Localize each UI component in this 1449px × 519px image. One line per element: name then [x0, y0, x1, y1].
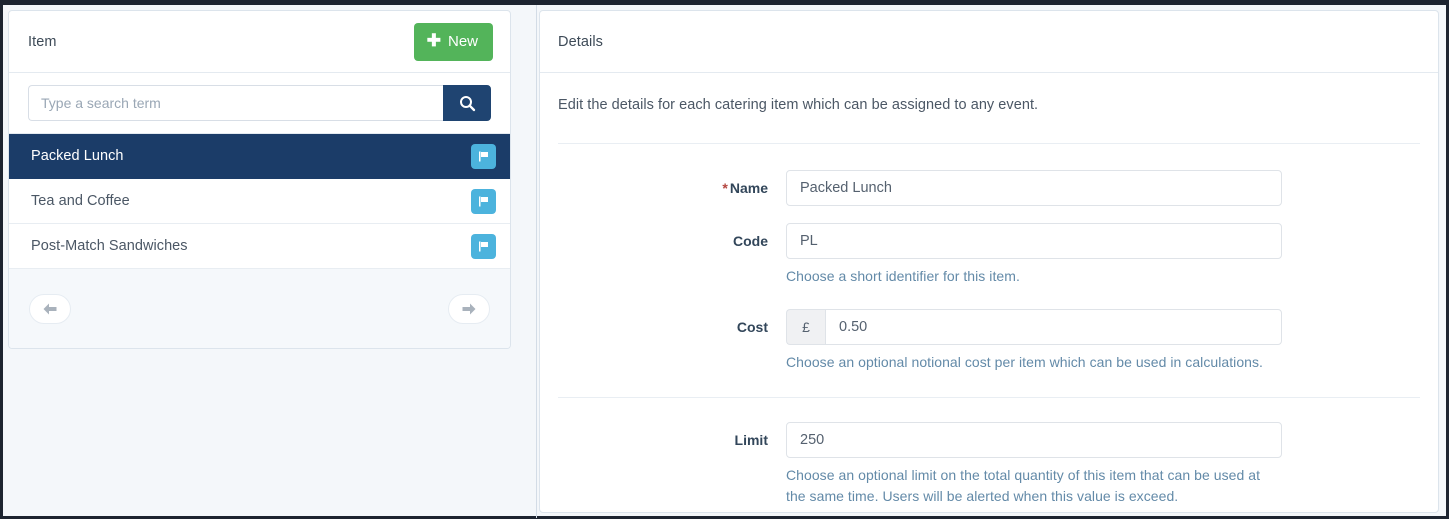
cost-input[interactable] — [825, 309, 1282, 345]
form-group-name: * Name — [558, 170, 1420, 206]
code-control: Choose a short identifier for this item. — [786, 223, 1282, 287]
list-item[interactable]: Packed Lunch — [9, 134, 510, 179]
cost-label: Cost — [736, 319, 768, 335]
form-group-limit: Limit Choose an optional limit on the to… — [558, 422, 1420, 507]
details-intro-text: Edit the details for each catering item … — [558, 97, 1039, 113]
item-card: Item ✚ New Type a search term Packed Lun… — [8, 10, 511, 349]
list-item-label: Packed Lunch — [31, 148, 124, 164]
list-item[interactable]: Post-Match Sandwiches — [9, 224, 510, 269]
search-input[interactable] — [28, 85, 443, 121]
form-section-divider — [558, 397, 1420, 398]
item-list: Packed Lunch Tea and Coffee Post-Match S… — [9, 134, 510, 348]
details-panel: Details Edit the details for each cateri… — [539, 10, 1439, 513]
arrow-left-icon — [43, 303, 57, 314]
item-card-header: Item ✚ New — [9, 11, 510, 73]
cost-help-text: Choose an optional notional cost per ite… — [786, 354, 1263, 370]
name-label-text: Name — [729, 180, 768, 196]
cost-control: £ Choose an optional notional cost per i… — [786, 309, 1282, 373]
limit-label: Limit — [734, 432, 768, 448]
currency-symbol-addon: £ — [786, 309, 825, 345]
details-panel-title: Details — [558, 33, 604, 50]
pager-next-button[interactable] — [448, 293, 490, 324]
search-input-group — [28, 85, 491, 121]
app-screenshot: Item ✚ New Type a search term Packed Lun… — [0, 0, 1449, 519]
details-form: *Name Code Choose a short identifier for… — [558, 143, 1420, 507]
flag-glyph — [479, 196, 488, 206]
limit-input[interactable] — [786, 422, 1282, 458]
list-pager — [9, 269, 510, 348]
list-item[interactable]: Tea and Coffee — [9, 179, 510, 224]
item-panel-title: Item — [28, 33, 57, 50]
form-group-cost: Cost £ Choose an optional notional cost … — [558, 309, 1420, 373]
code-label: Code — [733, 233, 768, 249]
flag-glyph — [479, 241, 488, 251]
name-control — [786, 170, 1282, 206]
flag-icon[interactable] — [471, 143, 496, 169]
details-card: Details Edit the details for each cateri… — [539, 10, 1439, 513]
new-button-label: New — [447, 33, 478, 50]
form-group-code: Code Choose a short identifier for this … — [558, 223, 1420, 287]
search-button[interactable] — [443, 85, 491, 121]
arrow-right-icon — [462, 303, 476, 314]
search-row — [9, 73, 510, 134]
cost-input-group: £ — [786, 309, 1282, 345]
list-item-label: Post-Match Sandwiches — [31, 238, 188, 254]
flag-icon[interactable] — [471, 233, 496, 259]
limit-control: Choose an optional limit on the total qu… — [786, 422, 1282, 507]
limit-help-text: Choose an optional limit on the total qu… — [786, 467, 1261, 504]
name-input[interactable] — [786, 170, 1282, 206]
code-input[interactable] — [786, 223, 1282, 259]
list-item-label: Tea and Coffee — [31, 193, 130, 209]
required-marker: * — [722, 180, 728, 196]
flag-glyph — [479, 151, 488, 161]
details-card-header: Details — [540, 11, 1438, 73]
new-item-button[interactable]: ✚ New — [413, 22, 493, 61]
code-help-text: Choose a short identifier for this item. — [786, 268, 1020, 284]
item-list-panel: Item ✚ New Type a search term Packed Lun… — [8, 10, 511, 349]
plus-icon: ✚ — [426, 31, 441, 50]
flag-icon[interactable] — [471, 188, 496, 214]
search-icon — [459, 95, 475, 111]
pager-prev-button[interactable] — [29, 293, 71, 324]
name-label: * Name — [558, 170, 786, 206]
panel-divider — [536, 5, 537, 518]
